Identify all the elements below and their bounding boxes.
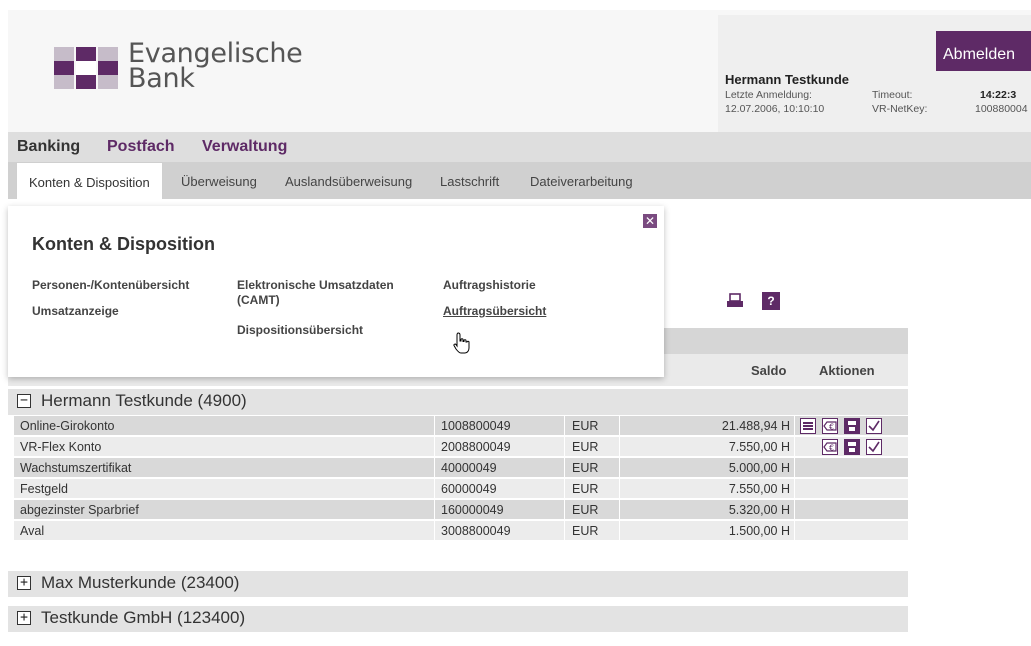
menu-title: Konten & Disposition: [32, 234, 215, 254]
subtab-konten-disposition[interactable]: Konten & Disposition: [16, 162, 163, 199]
link-camt-line2: (CAMT): [237, 293, 280, 307]
subtab-ueberweisung[interactable]: Überweisung: [181, 162, 257, 199]
table-row[interactable]: abgezinster Sparbrief 160000049 EUR 5.32…: [14, 500, 908, 520]
check-icon[interactable]: [866, 418, 882, 434]
account-number: 160000049: [441, 503, 504, 517]
account-number: 2008800049: [441, 440, 511, 454]
account-name: Wachstumszertifikat: [20, 461, 132, 475]
account-name: Festgeld: [20, 482, 68, 496]
netkey-value: 100880004: [975, 103, 1028, 115]
timeout-label: Timeout:: [872, 89, 913, 101]
print-icon[interactable]: [726, 292, 744, 310]
account-currency: EUR: [572, 461, 599, 475]
netkey-label: VR-NetKey:: [872, 103, 928, 115]
account-saldo: 21.488,94 H: [721, 419, 790, 433]
table-row[interactable]: Aval 3008800049 EUR 1.500,00 H: [14, 521, 908, 541]
collapse-toggle[interactable]: −: [17, 394, 31, 408]
link-personen-kontenuebersicht[interactable]: Personen-/Kontenübersicht: [32, 278, 189, 293]
sub-nav: Konten & Disposition Überweisung Ausland…: [8, 162, 1031, 199]
table-row[interactable]: Wachstumszertifikat 40000049 EUR 5.000,0…: [14, 458, 908, 478]
link-elektronische-umsatzdaten[interactable]: Elektronische Umsatzdaten (CAMT): [237, 278, 394, 308]
account-saldo: 5.320,00 H: [728, 503, 790, 517]
konten-disposition-menu: ✕ Konten & Disposition Personen-/Kontenü…: [8, 206, 664, 377]
list-icon[interactable]: [800, 418, 816, 434]
account-number: 40000049: [441, 461, 497, 475]
brand-name: Evangelische Bank: [128, 40, 303, 94]
hand-cursor-icon: [452, 332, 472, 356]
link-camt-line1: Elektronische Umsatzdaten: [237, 278, 394, 292]
account-currency: EUR: [572, 482, 599, 496]
table-row[interactable]: VR-Flex Konto 2008800049 EUR 7.550,00 H …: [14, 437, 908, 457]
table-row[interactable]: Online-Girokonto 1008800049 EUR 21.488,9…: [14, 416, 908, 436]
help-button[interactable]: ?: [762, 292, 780, 310]
customer-group-row[interactable]: + Testkunde GmbH (123400): [8, 606, 908, 632]
save-icon[interactable]: [844, 418, 860, 434]
subtab-dateiverarbeitung[interactable]: Dateiverarbeitung: [530, 162, 633, 199]
subtab-auslandsueberweisung[interactable]: Auslandsüberweisung: [285, 162, 412, 199]
customer-group-title: Hermann Testkunde (4900): [41, 391, 247, 410]
column-aktionen: Aktionen: [819, 363, 875, 378]
save-icon[interactable]: [844, 439, 860, 455]
svg-text:€: €: [829, 423, 834, 432]
check-icon[interactable]: [866, 439, 882, 455]
account-saldo: 5.000,00 H: [728, 461, 790, 475]
expand-toggle[interactable]: +: [17, 576, 31, 590]
expand-toggle[interactable]: +: [17, 611, 31, 625]
account-name: Aval: [20, 524, 45, 538]
subtab-lastschrift[interactable]: Lastschrift: [440, 162, 499, 199]
logo-mark-icon: [54, 47, 118, 89]
customer-group-row[interactable]: + Max Musterkunde (23400): [8, 571, 908, 597]
account-saldo: 7.550,00 H: [728, 440, 790, 454]
euro-icon[interactable]: €: [822, 439, 838, 455]
link-auftragsuebersicht[interactable]: Auftragsübersicht: [443, 304, 546, 319]
account-number: 60000049: [441, 482, 497, 496]
table-row[interactable]: Festgeld 60000049 EUR 7.550,00 H: [14, 479, 908, 499]
account-currency: EUR: [572, 524, 599, 538]
account-name: VR-Flex Konto: [20, 440, 102, 454]
brand-name-line2: Bank: [128, 63, 195, 94]
close-icon[interactable]: ✕: [643, 214, 657, 228]
column-saldo[interactable]: Saldo: [751, 363, 786, 378]
brand-logo[interactable]: Evangelische Bank: [54, 35, 354, 105]
account-name: Online-Girokonto: [20, 419, 115, 433]
tab-postfach[interactable]: Postfach: [107, 138, 175, 156]
customer-group-row[interactable]: − Hermann Testkunde (4900): [8, 389, 908, 415]
app-canvas: Evangelische Bank Abmelden Hermann Testk…: [8, 10, 1031, 646]
account-number: 1008800049: [441, 419, 511, 433]
account-currency: EUR: [572, 503, 599, 517]
account-saldo: 1.500,00 H: [728, 524, 790, 538]
tab-banking[interactable]: Banking: [17, 138, 80, 156]
link-dispositionsuebersicht[interactable]: Dispositionsübersicht: [237, 323, 363, 338]
account-saldo: 7.550,00 H: [728, 482, 790, 496]
timeout-value: 14:22:3: [980, 89, 1017, 101]
last-login-value: 12.07.2006, 10:10:10: [725, 103, 825, 115]
customer-group-title: Max Musterkunde (23400): [41, 573, 240, 592]
account-currency: EUR: [572, 419, 599, 433]
account-currency: EUR: [572, 440, 599, 454]
main-nav: Banking Postfach Verwaltung: [8, 132, 1031, 162]
customer-group-title: Testkunde GmbH (123400): [41, 608, 246, 627]
last-login-label: Letzte Anmeldung:: [725, 89, 812, 101]
logout-button[interactable]: Abmelden: [936, 31, 1031, 71]
link-umsatzanzeige[interactable]: Umsatzanzeige: [32, 304, 119, 319]
svg-text:€: €: [829, 444, 834, 453]
user-name: Hermann Testkunde: [725, 72, 850, 87]
euro-icon[interactable]: €: [822, 418, 838, 434]
tab-verwaltung[interactable]: Verwaltung: [202, 138, 287, 156]
account-number: 3008800049: [441, 524, 511, 538]
link-auftragshistorie[interactable]: Auftragshistorie: [443, 278, 536, 293]
account-name: abgezinster Sparbrief: [20, 503, 139, 517]
